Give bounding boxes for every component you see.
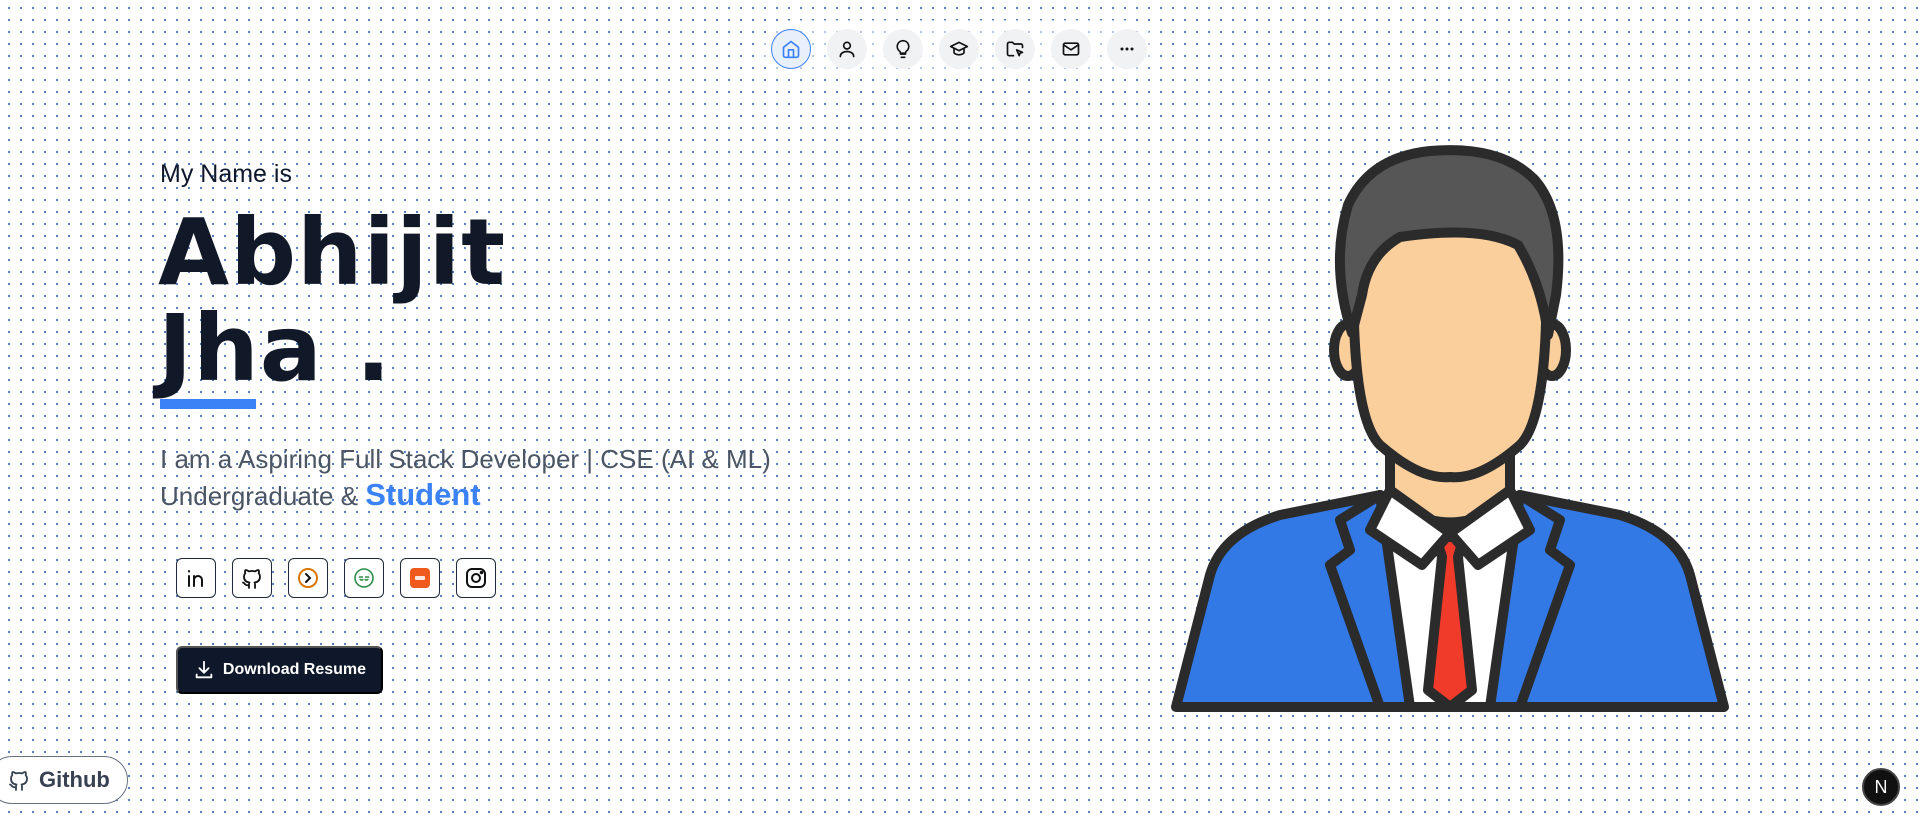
- download-resume-button[interactable]: Download Resume: [176, 646, 383, 694]
- top-navigation: [763, 20, 1155, 78]
- instagram-icon: [466, 568, 486, 588]
- hero-name: Abhijit Jha .: [158, 205, 506, 397]
- leetcode-link[interactable]: [400, 558, 440, 598]
- folder-cursor-icon: [1006, 41, 1024, 57]
- instagram-link[interactable]: [456, 558, 496, 598]
- codechef-link[interactable]: [288, 558, 328, 598]
- nav-home-button[interactable]: [771, 29, 811, 69]
- geeksforgeeks-link[interactable]: [344, 558, 384, 598]
- linkedin-link[interactable]: [176, 558, 216, 598]
- github-link[interactable]: [232, 558, 272, 598]
- nav-more-button[interactable]: [1107, 29, 1147, 69]
- github-icon: [242, 569, 261, 589]
- nav-education-button[interactable]: [939, 29, 979, 69]
- nav-about-button[interactable]: [827, 29, 867, 69]
- name-last: Jha .: [158, 295, 392, 402]
- tagline-accent: Student: [365, 477, 481, 512]
- codechef-icon: [298, 568, 318, 588]
- social-links: [176, 558, 496, 598]
- nav-contact-button[interactable]: [1051, 29, 1091, 69]
- github-icon: [9, 771, 28, 791]
- more-icon: [1120, 47, 1134, 51]
- linkedin-icon: [188, 570, 203, 587]
- name-underline: [160, 399, 256, 409]
- leetcode-icon: [410, 568, 430, 588]
- tagline: I am a Aspiring Full Stack Developer | C…: [160, 441, 810, 514]
- nextjs-badge[interactable]: N: [1862, 768, 1900, 806]
- nav-skills-button[interactable]: [883, 29, 923, 69]
- graduation-cap-icon: [949, 41, 969, 56]
- name-first: Abhijit: [158, 199, 507, 306]
- lightbulb-icon: [896, 39, 910, 59]
- geeksforgeeks-icon: [354, 568, 374, 588]
- intro-text: My Name is: [160, 160, 292, 188]
- home-icon: [782, 40, 800, 59]
- download-icon: [195, 660, 213, 679]
- github-floating-button[interactable]: Github: [0, 756, 128, 804]
- download-resume-label: Download Resume: [222, 661, 367, 678]
- github-pill-label: Github: [39, 767, 110, 792]
- avatar-illustration: [1171, 145, 1729, 712]
- nav-projects-button[interactable]: [995, 29, 1035, 69]
- mail-icon: [1062, 42, 1080, 56]
- user-icon: [839, 41, 855, 58]
